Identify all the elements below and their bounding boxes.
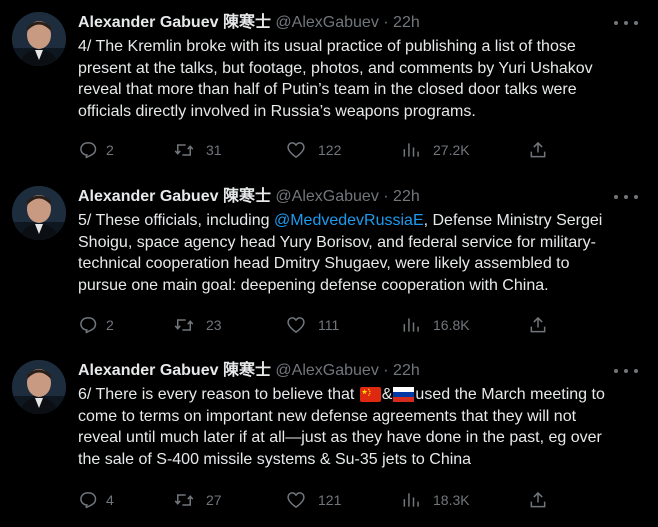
reply-icon bbox=[80, 142, 97, 159]
text-line: officials directly involved in Russia’s … bbox=[78, 102, 476, 120]
views-button[interactable]: 27.2K bbox=[401, 139, 470, 161]
views-count: 27.2K bbox=[433, 142, 470, 158]
separator: · bbox=[383, 362, 389, 379]
separator: · bbox=[383, 14, 389, 31]
text-line: 6/ There is every reason to believe that… bbox=[78, 386, 605, 403]
like-count: 121 bbox=[318, 492, 342, 508]
reply-button[interactable]: 2 bbox=[78, 139, 114, 161]
retweet-count: 23 bbox=[206, 317, 222, 333]
text-line: 4/ The Kremlin broke with its usual prac… bbox=[78, 38, 576, 55]
text-line: 5/ These officials, including @MedvedevR… bbox=[78, 212, 603, 229]
avatar[interactable] bbox=[12, 12, 66, 66]
tweet-actions: 4 27 121 18.3K bbox=[78, 489, 558, 511]
like-count: 111 bbox=[318, 317, 340, 333]
author-name[interactable]: Alexander Gabuev 陳寒士 bbox=[78, 362, 271, 379]
reply-icon bbox=[80, 492, 97, 509]
text-line: reveal until much later if at all—just a… bbox=[78, 429, 602, 446]
russia-flag-icon bbox=[393, 387, 415, 402]
text-line: Shoigu, space agency head Yury Borisov, … bbox=[78, 233, 596, 251]
reply-count: 4 bbox=[106, 492, 114, 508]
china-flag-icon bbox=[359, 387, 381, 402]
views-icon bbox=[403, 493, 419, 507]
tweet-thread: Alexander Gabuev 陳寒士 @AlexGabuev · 22h 4… bbox=[0, 0, 658, 527]
share-icon bbox=[530, 141, 546, 158]
like-count: 122 bbox=[318, 142, 342, 158]
timestamp[interactable]: 22h bbox=[393, 14, 420, 31]
retweet-button[interactable]: 23 bbox=[174, 314, 222, 336]
author-handle[interactable]: @AlexGabuev bbox=[275, 362, 378, 379]
text-line: pursue one main goal: deepening defense … bbox=[78, 276, 549, 294]
text-line: present at the talks, but footage, photo… bbox=[78, 59, 593, 77]
share-icon bbox=[530, 316, 546, 333]
views-count: 18.3K bbox=[433, 492, 470, 508]
views-button[interactable]: 16.8K bbox=[401, 314, 470, 336]
share-button[interactable] bbox=[528, 314, 548, 336]
retweet-icon bbox=[174, 319, 194, 331]
share-button[interactable] bbox=[528, 139, 548, 161]
reply-button[interactable]: 2 bbox=[78, 314, 114, 336]
retweet-button[interactable]: 31 bbox=[174, 139, 222, 161]
text-line: reveal that more than half of Putin’s te… bbox=[78, 81, 577, 98]
tweet-header: Alexander Gabuev 陳寒士 @AlexGabuev · 22h bbox=[78, 186, 638, 208]
like-icon bbox=[287, 317, 305, 333]
mention-link[interactable]: @MedvedevRussiaE bbox=[274, 212, 424, 229]
timestamp[interactable]: 22h bbox=[393, 188, 420, 205]
text-line: come to terms on important new defense a… bbox=[78, 407, 577, 425]
reply-count: 2 bbox=[106, 142, 114, 158]
tweet-text: 5/ These officials, including @MedvedevR… bbox=[78, 210, 638, 296]
avatar[interactable] bbox=[12, 360, 66, 414]
more-icon[interactable] bbox=[614, 13, 638, 33]
retweet-icon bbox=[174, 144, 194, 156]
author-handle[interactable]: @AlexGabuev bbox=[275, 14, 378, 31]
retweet-button[interactable]: 27 bbox=[174, 489, 222, 511]
views-icon bbox=[403, 318, 419, 332]
views-button[interactable]: 18.3K bbox=[401, 489, 470, 511]
retweet-count: 31 bbox=[206, 142, 222, 158]
tweet-actions: 2 31 122 27.2K bbox=[78, 139, 558, 161]
like-icon bbox=[287, 142, 305, 158]
avatar[interactable] bbox=[12, 186, 66, 240]
author-name[interactable]: Alexander Gabuev 陳寒士 bbox=[78, 188, 271, 205]
tweet-header: Alexander Gabuev 陳寒士 @AlexGabuev · 22h bbox=[78, 12, 638, 34]
views-count: 16.8K bbox=[433, 317, 470, 333]
views-icon bbox=[403, 143, 419, 157]
more-icon[interactable] bbox=[614, 187, 638, 207]
reply-button[interactable]: 4 bbox=[78, 489, 114, 511]
tweet-header: Alexander Gabuev 陳寒士 @AlexGabuev · 22h bbox=[78, 360, 638, 382]
reply-icon bbox=[80, 317, 97, 334]
share-icon bbox=[530, 491, 546, 508]
tweet-text: 4/ The Kremlin broke with its usual prac… bbox=[78, 36, 638, 122]
separator: · bbox=[383, 188, 389, 205]
like-button[interactable]: 111 bbox=[286, 314, 339, 336]
like-button[interactable]: 122 bbox=[286, 139, 341, 161]
like-icon bbox=[287, 492, 305, 508]
tweet-text: 6/ There is every reason to believe that… bbox=[78, 384, 638, 470]
reply-count: 2 bbox=[106, 317, 114, 333]
text-line: technical cooperation head Dmitry Shugae… bbox=[78, 255, 570, 272]
author-name[interactable]: Alexander Gabuev 陳寒士 bbox=[78, 14, 271, 31]
like-button[interactable]: 121 bbox=[286, 489, 341, 511]
author-handle[interactable]: @AlexGabuev bbox=[275, 188, 378, 205]
timestamp[interactable]: 22h bbox=[393, 362, 420, 379]
tweet-actions: 2 23 111 16.8K bbox=[78, 314, 558, 336]
text-line: the sale of S-400 missile systems & Su-3… bbox=[78, 450, 472, 468]
share-button[interactable] bbox=[528, 489, 548, 511]
retweet-count: 27 bbox=[206, 492, 222, 508]
more-icon[interactable] bbox=[614, 361, 638, 381]
retweet-icon bbox=[174, 494, 194, 506]
